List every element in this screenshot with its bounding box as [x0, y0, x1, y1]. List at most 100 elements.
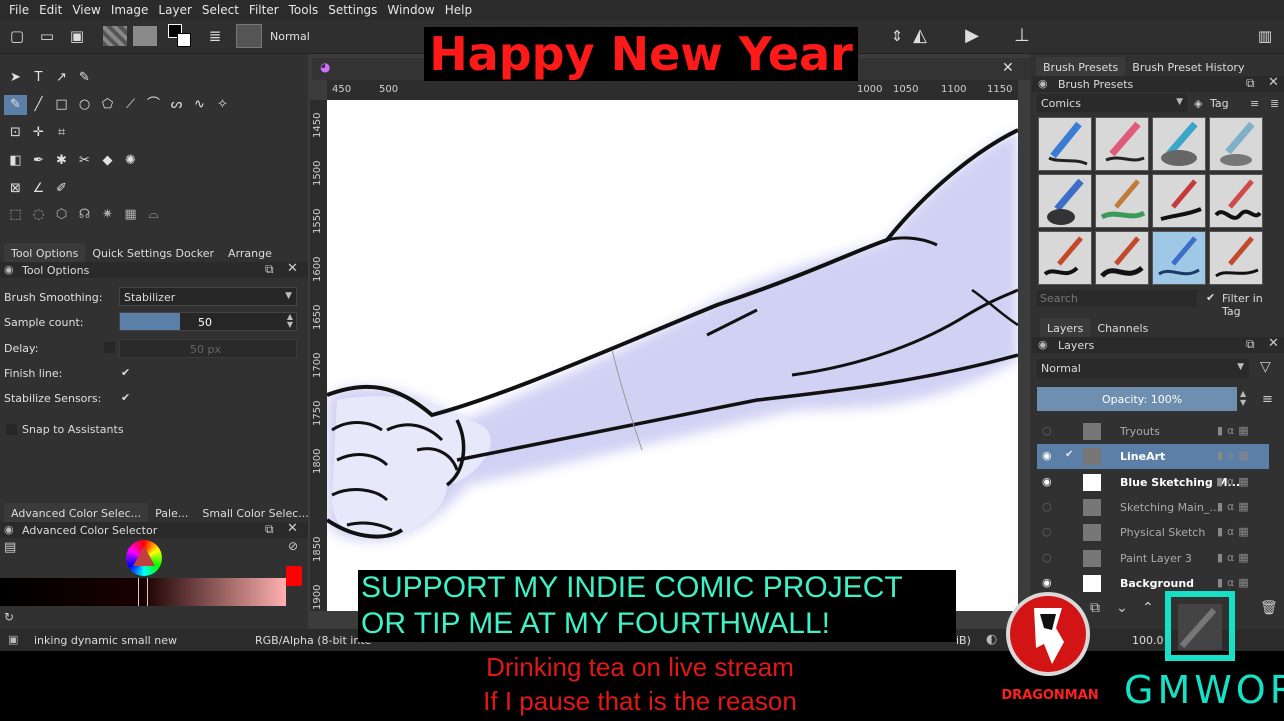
brush-preset-6[interactable]: [1095, 174, 1149, 228]
select-shapes-icon[interactable]: ➤: [4, 68, 27, 88]
tab-tool-options[interactable]: Tool Options: [4, 243, 86, 264]
tab-brush-presets[interactable]: Brush Presets: [1036, 57, 1126, 78]
eye-visibility-icon[interactable]: ○: [1042, 500, 1052, 513]
close-docker-icon[interactable]: ✕: [287, 261, 298, 276]
menu-view[interactable]: View: [67, 3, 105, 17]
filter-in-tag-checkbox[interactable]: ✔: [1206, 291, 1215, 304]
menu-select[interactable]: Select: [197, 3, 244, 17]
opacity-slider[interactable]: Opacity: 100%: [1037, 387, 1237, 411]
eye-visibility-icon[interactable]: ◉: [1042, 475, 1052, 488]
menu-filter[interactable]: Filter: [244, 3, 284, 17]
brush-search-input[interactable]: [1037, 290, 1197, 307]
tag-icon[interactable]: ◈: [1194, 97, 1202, 110]
layer-row[interactable]: ○ Paint Layer 3 ▮α▦: [1037, 546, 1269, 571]
blend-mode-select[interactable]: Normal: [270, 30, 310, 43]
float-layers-docker-icon[interactable]: ⧉: [1246, 337, 1255, 352]
finish-line-checkbox[interactable]: ✔: [121, 366, 130, 379]
layer-row[interactable]: ◉ ✔ LineArt ▮α▦: [1037, 444, 1269, 470]
tag-select[interactable]: Tag: [1210, 97, 1229, 110]
menu-edit[interactable]: Edit: [34, 3, 67, 17]
edit-shapes-icon[interactable]: ↗: [50, 68, 73, 88]
color-picker-icon[interactable]: ✒: [27, 151, 50, 171]
polygon-tool-icon[interactable]: ⬠: [96, 95, 119, 115]
layer-properties-icon[interactable]: ▮α▦: [1217, 449, 1253, 462]
float-brush-docker-icon[interactable]: ⧉: [1246, 76, 1255, 91]
brush-preset-8[interactable]: [1209, 174, 1263, 228]
brush-preset-icon[interactable]: [236, 24, 262, 48]
eye-visibility-icon[interactable]: ○: [1042, 525, 1052, 538]
smart-patch-icon[interactable]: ✱: [50, 151, 73, 171]
collapse-layers-icon[interactable]: ◉: [1038, 338, 1048, 351]
layer-row[interactable]: ○ Sketching Main_... ▮α▦: [1037, 495, 1269, 520]
tab-arrange[interactable]: Arrange: [221, 243, 279, 264]
layer-properties-icon[interactable]: ▮α▦: [1217, 576, 1253, 589]
snap-checkbox[interactable]: [6, 424, 17, 435]
collapse-color-icon[interactable]: ◉: [4, 523, 14, 536]
bezier-tool-icon[interactable]: ⌒: [142, 95, 165, 115]
menu-settings[interactable]: Settings: [323, 3, 382, 17]
color-wheel[interactable]: [126, 540, 162, 576]
layer-blend-select[interactable]: Normal ▼: [1037, 359, 1249, 378]
sample-count-slider[interactable]: 50 ▲ ▼: [119, 312, 297, 331]
bucket-fill-icon[interactable]: ◆: [96, 151, 119, 171]
brush-preset-11-selected[interactable]: [1152, 231, 1206, 285]
tab-palette[interactable]: Pale...: [148, 503, 195, 524]
eye-visibility-icon[interactable]: ○: [1042, 424, 1052, 437]
save-icon[interactable]: ▣: [68, 27, 86, 45]
reference-tool-icon[interactable]: ✐: [50, 179, 73, 199]
layer-properties-icon[interactable]: ▮α▦: [1217, 551, 1253, 564]
brush-preset-9[interactable]: [1038, 231, 1092, 285]
grid-view-icon[interactable]: ≣: [1270, 97, 1279, 110]
layer-row[interactable]: ◉ Blue Sketching M... ▮α▦: [1037, 470, 1269, 495]
brush-smoothing-select[interactable]: Stabilizer ▼: [119, 287, 297, 306]
transform-tool-icon[interactable]: ⊡: [4, 123, 27, 143]
layer-menu-icon[interactable]: ≡: [1262, 392, 1273, 407]
layer-properties-icon[interactable]: ▮α▦: [1217, 424, 1253, 437]
rotation-icon[interactable]: ◐: [986, 632, 997, 647]
gradient-tool-icon[interactable]: ◧: [4, 151, 27, 171]
delay-spinbox[interactable]: 50 px: [119, 339, 297, 358]
menu-window[interactable]: Window: [382, 3, 439, 17]
similar-select-icon[interactable]: ▦: [119, 205, 142, 225]
tab-channels[interactable]: Channels: [1090, 318, 1155, 339]
brush-preset-2[interactable]: [1095, 117, 1149, 171]
freehand-path-icon[interactable]: ᔕ: [165, 95, 188, 115]
layer-properties-icon[interactable]: ▮α▦: [1217, 475, 1253, 488]
eye-visibility-icon[interactable]: ◉: [1042, 449, 1052, 462]
contiguous-select-icon[interactable]: ✷: [96, 205, 119, 225]
spin-arrows-icon[interactable]: ▲ ▼: [287, 313, 293, 329]
new-document-icon[interactable]: ▢: [8, 27, 26, 45]
tab-quick-settings[interactable]: Quick Settings Docker: [85, 243, 221, 264]
tab-advanced-color[interactable]: Advanced Color Selec...: [4, 503, 149, 524]
close-layers-docker-icon[interactable]: ✕: [1268, 336, 1279, 351]
ellipse-select-icon[interactable]: ◌: [27, 205, 50, 225]
close-document-icon[interactable]: ✕: [1002, 60, 1014, 76]
edit-brush-settings-icon[interactable]: ≣: [206, 27, 224, 45]
fill-tool-icon[interactable]: ✂: [73, 151, 96, 171]
freehand-select-icon[interactable]: ☊: [73, 205, 96, 225]
text-tool-icon[interactable]: T: [27, 68, 50, 88]
bezier-select-icon[interactable]: ⌓: [142, 205, 165, 225]
collapse-icon[interactable]: ◉: [4, 263, 14, 276]
scroll-arrows-icon[interactable]: ⇕: [888, 27, 906, 45]
brush-preset-4[interactable]: [1209, 117, 1263, 171]
refresh-icon[interactable]: ↻: [4, 610, 14, 624]
color-cursor[interactable]: [138, 578, 148, 606]
assistant-tool-icon[interactable]: ⊠: [4, 179, 27, 199]
tag-menu-icon[interactable]: ≡: [1250, 97, 1259, 110]
fg-bg-color-icon[interactable]: [168, 24, 192, 48]
layer-row[interactable]: ○ Tryouts ▮α▦: [1037, 419, 1269, 444]
menu-image[interactable]: Image: [106, 3, 154, 17]
stabilize-sensors-checkbox[interactable]: ✔: [121, 391, 130, 404]
drawing-canvas[interactable]: [327, 100, 1018, 611]
layer-properties-icon[interactable]: ▮α▦: [1217, 525, 1253, 538]
ellipse-tool-icon[interactable]: ○: [73, 95, 96, 115]
move-tool-icon[interactable]: ✛: [27, 123, 50, 143]
mirror-horizontal-icon[interactable]: ◭: [911, 27, 929, 45]
brush-preset-5[interactable]: [1038, 174, 1092, 228]
filter-layers-icon[interactable]: ▽: [1260, 359, 1271, 375]
brush-preset-7[interactable]: [1152, 174, 1206, 228]
current-color-swatch[interactable]: [286, 566, 302, 586]
crop-tool-icon[interactable]: ⌗: [50, 123, 73, 143]
menu-file[interactable]: File: [4, 3, 34, 17]
